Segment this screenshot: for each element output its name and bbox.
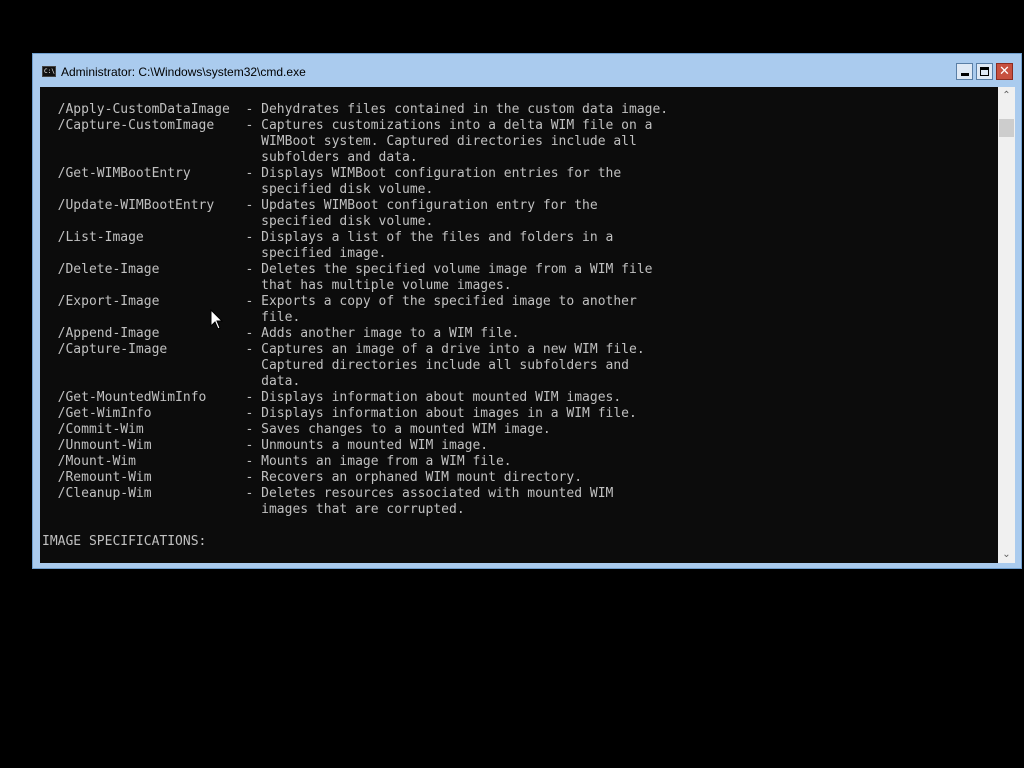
console-line: /Mount-Wim - Mounts an image from a WIM …	[42, 454, 512, 469]
console-line: /Capture-Image - Captures an image of a …	[42, 342, 645, 357]
console-line: data.	[42, 374, 301, 389]
console-line: /Unmount-Wim - Unmounts a mounted WIM im…	[42, 438, 489, 453]
cmd-icon[interactable]: C:\	[42, 66, 56, 77]
console-line: that has multiple volume images.	[42, 278, 512, 293]
console-line: /List-Image - Displays a list of the fil…	[42, 230, 614, 245]
window-title: Administrator: C:\Windows\system32\cmd.e…	[61, 65, 306, 79]
close-icon: ✕	[999, 64, 1010, 79]
console-line: /Delete-Image - Deletes the specified vo…	[42, 262, 653, 277]
vertical-scrollbar[interactable]: ⌃ ⌄	[998, 87, 1015, 563]
console-line: /Get-WIMBootEntry - Displays WIMBoot con…	[42, 166, 622, 181]
scroll-up-button[interactable]: ⌃	[998, 87, 1015, 104]
console-line: file.	[42, 310, 301, 325]
maximize-icon	[980, 67, 989, 76]
console-line: /Apply-CustomDataImage - Dehydrates file…	[42, 102, 669, 117]
console-line: /Update-WIMBootEntry - Updates WIMBoot c…	[42, 198, 598, 213]
console-line: specified image.	[42, 246, 387, 261]
console-line: /Export-Image - Exports a copy of the sp…	[42, 294, 637, 309]
scrollbar-thumb[interactable]	[999, 119, 1014, 137]
console-text: /Apply-CustomDataImage - Dehydrates file…	[42, 102, 668, 550]
console-output[interactable]: /Apply-CustomDataImage - Dehydrates file…	[40, 87, 998, 563]
console-line: IMAGE SPECIFICATIONS:	[42, 534, 207, 549]
minimize-button[interactable]	[956, 63, 973, 80]
chevron-down-icon: ⌄	[1002, 549, 1011, 560]
mouse-pointer-icon	[210, 309, 224, 330]
console-line: specified disk volume.	[42, 214, 434, 229]
console-line: /Append-Image - Adds another image to a …	[42, 326, 520, 341]
maximize-button[interactable]	[976, 63, 993, 80]
console-line: subfolders and data.	[42, 150, 418, 165]
console-line: /Capture-CustomImage - Captures customiz…	[42, 118, 653, 133]
console-line: Captured directories include all subfold…	[42, 358, 629, 373]
chevron-up-icon: ⌃	[1002, 90, 1011, 101]
cmd-window[interactable]: C:\ Administrator: C:\Windows\system32\c…	[32, 53, 1022, 569]
console-line: /Remount-Wim - Recovers an orphaned WIM …	[42, 470, 583, 485]
scroll-down-button[interactable]: ⌄	[998, 546, 1015, 563]
title-bar[interactable]: C:\ Administrator: C:\Windows\system32\c…	[33, 54, 1021, 87]
console-line: WIMBoot system. Captured directories inc…	[42, 134, 637, 149]
console-line: /Cleanup-Wim - Deletes resources associa…	[42, 486, 614, 501]
console-line: images that are corrupted.	[42, 502, 465, 517]
console-line: /Get-MountedWimInfo - Displays informati…	[42, 390, 622, 405]
minimize-icon	[961, 73, 969, 76]
console-line: /Get-WimInfo - Displays information abou…	[42, 406, 637, 421]
console-line: /Commit-Wim - Saves changes to a mounted…	[42, 422, 551, 437]
close-button[interactable]: ✕	[996, 63, 1013, 80]
console-line: specified disk volume.	[42, 182, 434, 197]
